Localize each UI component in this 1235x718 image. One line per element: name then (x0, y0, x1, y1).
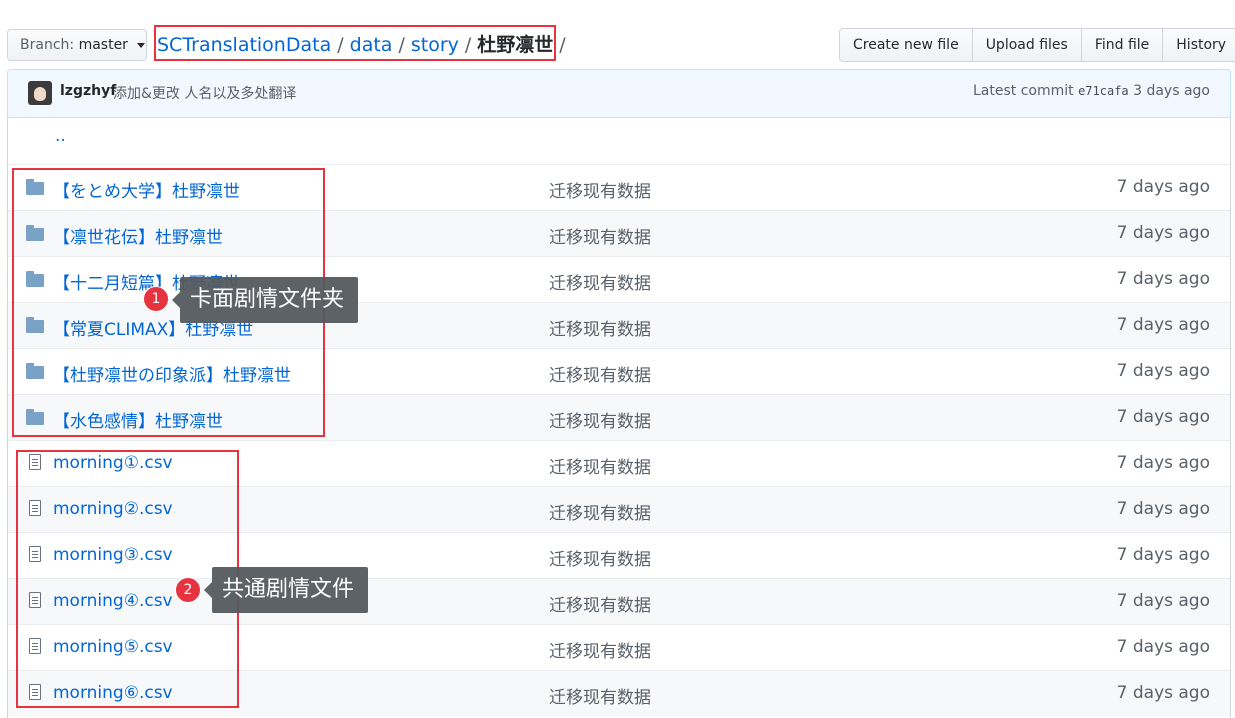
breadcrumb-separator: / (464, 34, 472, 56)
commit-message-link[interactable]: 迁移现有数据 (549, 269, 651, 294)
commit-message-link[interactable]: 迁移现有数据 (549, 453, 651, 478)
folder-row[interactable]: 【杜野凛世の印象派】杜野凛世 迁移现有数据 7 days ago (8, 348, 1230, 394)
commit-message-link[interactable]: 添加&更改 人名以及多处翻译 (113, 83, 296, 103)
folder-icon (26, 409, 44, 425)
commit-message-link[interactable]: 迁移现有数据 (549, 683, 651, 708)
commit-message-link[interactable]: 迁移现有数据 (549, 591, 651, 616)
branch-value: master (78, 37, 128, 53)
file-list-table: .. 【をとめ大学】杜野凛世 迁移现有数据 7 days ago 【凛世花伝】杜野凛世… (7, 118, 1231, 718)
branch-select-button[interactable]: Branch: master (7, 29, 147, 61)
breadcrumb-repo-link[interactable]: SCTranslationData (157, 34, 331, 56)
folder-row[interactable]: 【凛世花伝】杜野凛世 迁移现有数据 7 days ago (8, 210, 1230, 256)
file-link[interactable]: morning⑤.csv (53, 637, 173, 657)
folder-row[interactable]: 【水色感情】杜野凛世 迁移现有数据 7 days ago (8, 394, 1230, 440)
commit-meta: Latest commit e71cafa 3 days ago (973, 83, 1210, 99)
commit-message-link[interactable]: 迁移现有数据 (549, 637, 651, 662)
folder-icon (26, 225, 44, 241)
caret-down-icon (137, 42, 146, 48)
folder-icon (26, 271, 44, 287)
commit-message-link[interactable]: 迁移现有数据 (549, 223, 651, 248)
folder-link[interactable]: 【をとめ大学】杜野凛世 (53, 177, 240, 202)
avatar[interactable] (28, 81, 52, 105)
commit-message-link[interactable]: 迁移现有数据 (549, 545, 651, 570)
folder-link[interactable]: 【水色感情】杜野凛世 (53, 407, 223, 432)
latest-commit-label: Latest commit (972, 83, 1074, 99)
folder-link[interactable]: 【杜野凛世の印象派】杜野凛世 (53, 361, 291, 386)
commit-message-link[interactable]: 迁移现有数据 (549, 407, 651, 432)
breadcrumb-separator: / (398, 34, 405, 56)
file-link[interactable]: morning①.csv (53, 453, 173, 473)
file-link[interactable]: morning④.csv (53, 591, 173, 611)
create-new-file-button[interactable]: Create new file (839, 28, 973, 62)
file-row[interactable]: morning⑥.csv 迁移现有数据 7 days ago (8, 670, 1230, 716)
commit-age: 7 days ago (1116, 499, 1210, 519)
file-icon (26, 546, 44, 563)
file-icon (26, 592, 44, 609)
commit-age: 3 days ago (1133, 83, 1210, 99)
file-icon (26, 684, 44, 701)
commit-age: 7 days ago (1116, 177, 1210, 197)
file-actions-group: Create new file Upload files Find file H… (839, 28, 1235, 62)
commit-message-link[interactable]: 迁移现有数据 (549, 361, 651, 386)
breadcrumb-current: 杜野凛世 (477, 34, 554, 56)
file-link[interactable]: morning③.csv (53, 545, 173, 565)
upload-files-button[interactable]: Upload files (971, 28, 1082, 62)
annotation-badge-2: 2 (175, 577, 201, 603)
branch-label: Branch: (20, 37, 75, 53)
commit-sha-link[interactable]: e71cafa (1078, 84, 1129, 98)
breadcrumb-separator: / (337, 34, 344, 56)
commit-age: 7 days ago (1116, 591, 1210, 611)
commit-message-link[interactable]: 迁移现有数据 (549, 177, 651, 202)
breadcrumb-story-link[interactable]: story (411, 34, 459, 56)
file-icon (26, 454, 44, 471)
annotation-badge-1: 1 (143, 286, 169, 312)
folder-link[interactable]: 【凛世花伝】杜野凛世 (53, 223, 223, 248)
breadcrumb-data-link[interactable]: data (350, 34, 393, 56)
annotation-callout-1: 卡面剧情文件夹 (171, 277, 359, 323)
folder-row[interactable]: 【をとめ大学】杜野凛世 迁移现有数据 7 days ago (8, 164, 1230, 210)
commit-age: 7 days ago (1116, 453, 1210, 473)
folder-icon (26, 317, 44, 333)
file-row[interactable]: morning⑤.csv 迁移现有数据 7 days ago (8, 624, 1230, 670)
commit-age: 7 days ago (1116, 637, 1210, 657)
find-file-button[interactable]: Find file (1080, 28, 1164, 62)
file-row[interactable]: morning①.csv 迁移现有数据 7 days ago (8, 440, 1230, 486)
commit-age: 7 days ago (1116, 683, 1210, 703)
folder-icon (26, 363, 44, 379)
parent-dir-row[interactable]: .. (8, 118, 1230, 164)
file-link[interactable]: morning②.csv (53, 499, 173, 519)
commit-age: 7 days ago (1116, 315, 1210, 335)
file-link[interactable]: morning⑥.csv (53, 683, 173, 703)
commit-age: 7 days ago (1116, 545, 1210, 565)
history-button[interactable]: History (1162, 28, 1235, 62)
folder-icon (26, 179, 44, 195)
file-row[interactable]: morning②.csv 迁移现有数据 7 days ago (8, 486, 1230, 532)
file-row[interactable]: morning③.csv 迁移现有数据 7 days ago (8, 532, 1230, 578)
commit-age: 7 days ago (1116, 269, 1210, 289)
file-icon (26, 500, 44, 517)
commit-age: 7 days ago (1116, 361, 1210, 381)
annotation-callout-2: 共通剧情文件 (203, 567, 369, 613)
commit-age: 7 days ago (1116, 223, 1210, 243)
parent-dir-link[interactable]: .. (55, 126, 66, 146)
commit-author-link[interactable]: lzgzhyf (60, 83, 116, 99)
breadcrumb-separator: / (559, 34, 566, 56)
latest-commit-bar: lzgzhyf 添加&更改 人名以及多处翻译 Latest commit e71… (7, 69, 1231, 118)
commit-message-link[interactable]: 迁移现有数据 (549, 499, 651, 524)
commit-age: 7 days ago (1116, 407, 1210, 427)
file-icon (26, 638, 44, 655)
commit-message-link[interactable]: 迁移现有数据 (549, 315, 651, 340)
breadcrumb: SCTranslationData / data / story / 杜野凛世 / (157, 31, 572, 59)
